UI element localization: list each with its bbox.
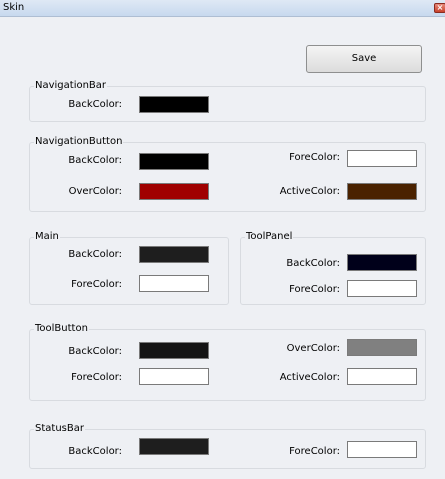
navigation-button-activecolor-swatch[interactable] xyxy=(347,183,417,200)
navigation-button-forecolor-label: ForeColor: xyxy=(289,152,340,163)
navigation-bar-backcolor-swatch[interactable] xyxy=(139,96,209,113)
tool-panel-backcolor-label: BackColor: xyxy=(286,258,340,269)
tool-button-group-label: ToolButton xyxy=(34,323,89,334)
skin-window: Skin × Save NavigationBar BackColor: Nav… xyxy=(0,0,445,479)
tool-button-overcolor-label: OverColor: xyxy=(286,343,340,354)
tool-button-activecolor-swatch[interactable] xyxy=(347,368,417,385)
navigation-button-forecolor-swatch[interactable] xyxy=(347,150,417,167)
tool-button-overcolor-swatch[interactable] xyxy=(347,339,417,356)
save-button[interactable]: Save xyxy=(306,45,422,73)
tool-panel-group-label: ToolPanel xyxy=(245,231,294,242)
main-group-label: Main xyxy=(34,231,60,242)
navigation-button-backcolor-label: BackColor: xyxy=(68,155,122,166)
navigation-button-activecolor-label: ActiveColor: xyxy=(279,186,340,197)
window-title: Skin xyxy=(3,2,25,13)
title-bar: Skin × xyxy=(0,0,445,17)
close-icon[interactable]: × xyxy=(434,3,445,13)
navigation-button-overcolor-label: OverColor: xyxy=(68,186,122,197)
status-bar-forecolor-label: ForeColor: xyxy=(289,446,340,457)
status-bar-backcolor-swatch[interactable] xyxy=(139,438,209,455)
navigation-button-group-label: NavigationButton xyxy=(34,136,124,147)
status-bar-forecolor-swatch[interactable] xyxy=(347,441,417,458)
tool-panel-forecolor-label: ForeColor: xyxy=(289,284,340,295)
tool-button-backcolor-label: BackColor: xyxy=(68,346,122,357)
main-forecolor-swatch[interactable] xyxy=(139,275,209,292)
navigation-bar-group-label: NavigationBar xyxy=(34,80,108,91)
status-bar-group-label: StatusBar xyxy=(34,423,85,434)
main-backcolor-swatch[interactable] xyxy=(139,246,209,263)
navigation-button-backcolor-swatch[interactable] xyxy=(139,153,209,170)
tool-button-backcolor-swatch[interactable] xyxy=(139,342,209,359)
tool-panel-backcolor-swatch[interactable] xyxy=(347,254,417,271)
navigation-button-overcolor-swatch[interactable] xyxy=(139,183,209,200)
main-backcolor-label: BackColor: xyxy=(68,249,122,260)
tool-button-activecolor-label: ActiveColor: xyxy=(279,372,340,383)
navigation-bar-backcolor-label: BackColor: xyxy=(68,99,122,110)
main-forecolor-label: ForeColor: xyxy=(71,279,122,290)
tool-button-forecolor-swatch[interactable] xyxy=(139,368,209,385)
tool-button-forecolor-label: ForeColor: xyxy=(71,372,122,383)
tool-panel-forecolor-swatch[interactable] xyxy=(347,280,417,297)
status-bar-backcolor-label: BackColor: xyxy=(68,446,122,457)
